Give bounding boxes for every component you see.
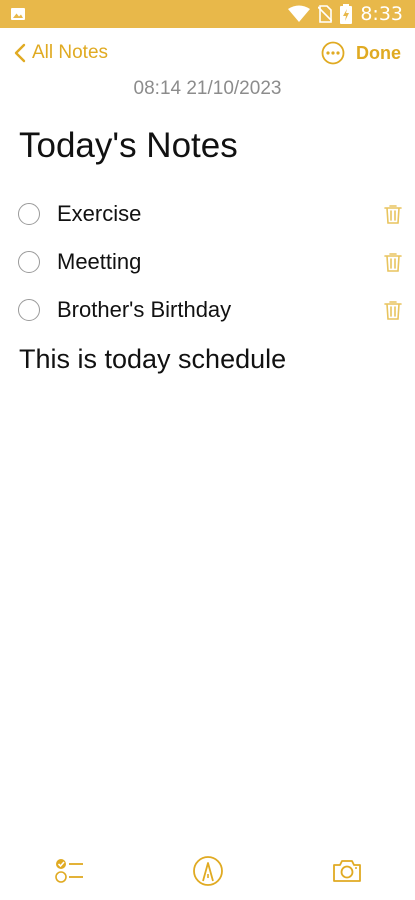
checklist: Exercise Meetting Brother's Birthday [0,190,415,334]
trash-icon[interactable] [384,300,402,320]
checkbox-circle[interactable] [18,299,40,321]
status-bar: 8:33 [0,0,415,28]
status-time: 8:33 [360,3,403,25]
wifi-icon [288,5,311,22]
nav-bar: All Notes Done [0,36,415,70]
bottom-toolbar [0,855,415,895]
chevron-left-icon [14,43,26,63]
battery-charging-icon [340,4,353,24]
checklist-item: Meetting [0,238,415,286]
back-label: All Notes [32,42,109,63]
note-body-text[interactable]: This is today schedule [19,344,286,375]
no-sim-icon [318,5,333,23]
camera-icon[interactable] [331,855,363,887]
checklist-item: Exercise [0,190,415,238]
more-options-icon[interactable] [321,41,345,65]
markup-pen-icon[interactable] [192,855,224,887]
checkbox-circle[interactable] [18,251,40,273]
image-icon [11,8,25,20]
trash-icon[interactable] [384,204,402,224]
back-button[interactable]: All Notes [14,42,108,64]
note-datetime: 08:14 21/10/2023 [133,78,282,99]
note-title[interactable]: Today's Notes [19,126,238,166]
checklist-icon[interactable] [53,855,85,887]
done-button[interactable]: Done [356,43,401,64]
trash-icon[interactable] [384,252,402,272]
checklist-item-text[interactable]: Exercise [57,201,141,227]
checklist-item: Brother's Birthday [0,286,415,334]
checklist-item-text[interactable]: Brother's Birthday [57,297,231,323]
checkbox-circle[interactable] [18,203,40,225]
checklist-item-text[interactable]: Meetting [57,249,141,275]
